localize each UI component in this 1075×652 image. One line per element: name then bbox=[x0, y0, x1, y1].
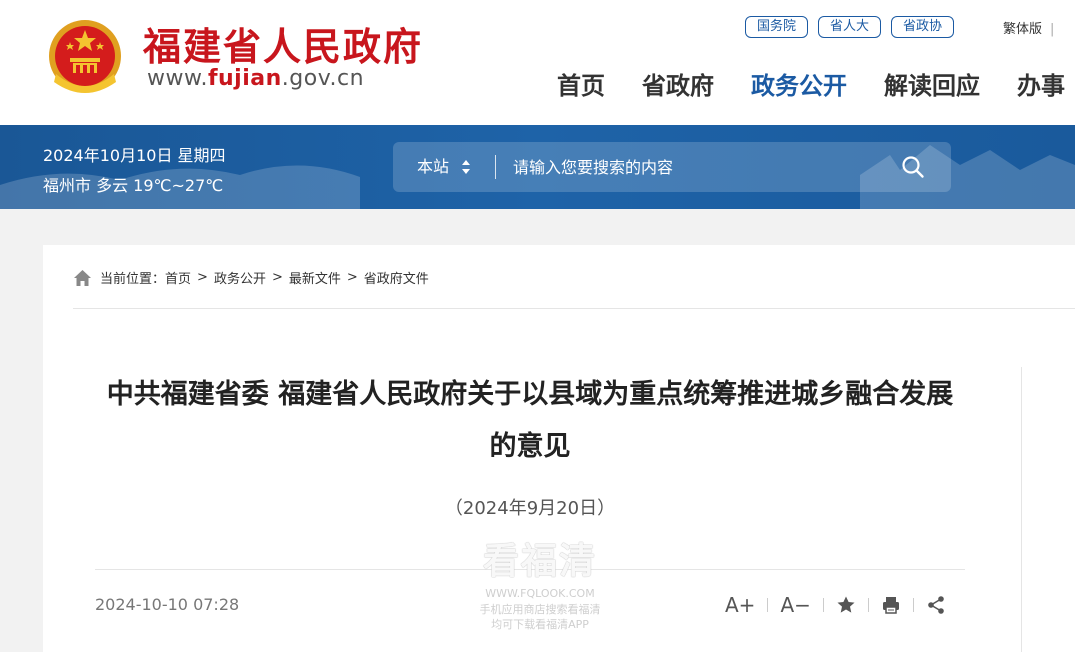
breadcrumb: 当前位置： 首页 > 政务公开 > 最新文件 > 省政府文件 bbox=[73, 268, 429, 287]
font-larger-button[interactable]: A+ bbox=[725, 591, 755, 619]
breadcrumb-prefix: 当前位置： bbox=[100, 272, 166, 287]
breadcrumb-latest-files[interactable]: 最新文件 bbox=[289, 268, 341, 287]
breadcrumb-provincial-files[interactable]: 省政府文件 bbox=[364, 268, 429, 287]
quick-links: 国务院 省人大 省政协 bbox=[745, 16, 955, 38]
search-input[interactable] bbox=[513, 152, 873, 182]
search-box: 本站 bbox=[393, 142, 951, 192]
url-domain: fujian bbox=[207, 66, 282, 91]
site-title[interactable]: 福建省人民政府 bbox=[143, 16, 423, 71]
url-prefix: www. bbox=[147, 66, 208, 91]
breadcrumb-home[interactable]: 首页 bbox=[165, 268, 191, 287]
breadcrumb-government-affairs[interactable]: 政务公开 bbox=[214, 268, 266, 287]
traditional-chinese-link[interactable]: 繁体版 bbox=[1003, 22, 1042, 37]
side-divider bbox=[1021, 367, 1022, 652]
publish-time: 2024-10-10 07:28 bbox=[95, 595, 240, 614]
breadcrumb-separator: > bbox=[197, 270, 208, 285]
tool-divider bbox=[912, 598, 914, 612]
url-suffix: .gov.cn bbox=[281, 66, 365, 91]
printer-icon bbox=[882, 597, 899, 614]
breadcrumb-separator: > bbox=[271, 270, 283, 285]
site-url[interactable]: www.fujian.gov.cn bbox=[147, 66, 364, 91]
print-button[interactable] bbox=[881, 591, 901, 619]
home-icon[interactable] bbox=[73, 269, 92, 287]
sort-arrows-icon[interactable] bbox=[461, 158, 471, 176]
nav-interpretation[interactable]: 解读回应 bbox=[884, 66, 980, 101]
nav-provincial-government[interactable]: 省政府 bbox=[642, 66, 714, 101]
search-button[interactable] bbox=[895, 152, 931, 182]
search-icon bbox=[902, 156, 924, 178]
language-switch[interactable]: 繁体版 | bbox=[1003, 18, 1054, 37]
meta-divider bbox=[95, 569, 965, 570]
main-nav: 首页 省政府 政务公开 解读回应 办事 bbox=[557, 66, 1075, 101]
link-state-council[interactable]: 国务院 bbox=[745, 16, 809, 38]
weather-info: 福州市 多云 19℃~27℃ bbox=[43, 176, 224, 195]
tool-divider bbox=[867, 598, 869, 612]
nav-government-affairs[interactable]: 政务公开 bbox=[751, 66, 847, 101]
share-icon bbox=[928, 596, 944, 614]
link-provincial-cppcc[interactable]: 省政协 bbox=[891, 16, 955, 38]
article-tools: A+ A− bbox=[725, 591, 946, 619]
nav-home[interactable]: 首页 bbox=[557, 66, 605, 101]
breadcrumb-separator: > bbox=[346, 270, 358, 285]
search-scope-select[interactable]: 本站 bbox=[417, 142, 449, 192]
document-date: （2024年9月20日） bbox=[444, 498, 616, 519]
current-date: 2024年10月10日 星期四 bbox=[43, 146, 226, 165]
nav-services[interactable]: 办事 bbox=[1017, 66, 1065, 101]
share-button[interactable] bbox=[926, 591, 946, 619]
tool-divider bbox=[767, 598, 769, 612]
article-card: 当前位置： 首页 > 政务公开 > 最新文件 > 省政府文件 中共福建省委 福建… bbox=[43, 245, 1075, 652]
language-separator: | bbox=[1050, 22, 1055, 37]
banner: 2024年10月10日 星期四 福州市 多云 19℃~27℃ 本站 bbox=[0, 125, 1075, 209]
site-header: 福建省人民政府 www.fujian.gov.cn 国务院 省人大 省政协 繁体… bbox=[0, 0, 1075, 125]
favorite-button[interactable] bbox=[836, 591, 856, 619]
tool-divider bbox=[822, 598, 824, 612]
star-icon bbox=[837, 596, 855, 613]
font-smaller-button[interactable]: A− bbox=[780, 591, 810, 619]
document-title: 中共福建省委 福建省人民政府关于以县域为重点统筹推进城乡融合发展的意见 bbox=[106, 379, 954, 462]
link-provincial-congress[interactable]: 省人大 bbox=[818, 16, 882, 38]
breadcrumb-divider bbox=[73, 308, 1075, 309]
national-emblem-icon[interactable] bbox=[46, 16, 124, 98]
search-divider bbox=[495, 155, 496, 179]
